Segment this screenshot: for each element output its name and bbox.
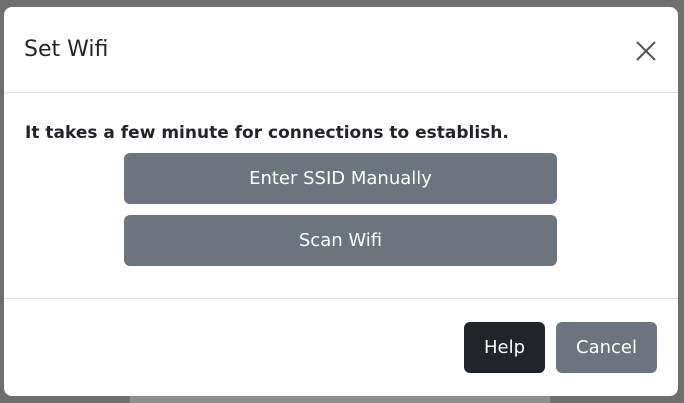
- close-icon: [636, 41, 656, 61]
- connection-notice: It takes a few minute for connections to…: [25, 123, 509, 143]
- help-button[interactable]: Help: [464, 322, 545, 373]
- backdrop: [130, 396, 550, 403]
- dialog-title: Set Wifi: [24, 37, 109, 62]
- enter-ssid-button[interactable]: Enter SSID Manually: [124, 153, 557, 204]
- cancel-button[interactable]: Cancel: [556, 322, 657, 373]
- dialog-body: It takes a few minute for connections to…: [4, 93, 678, 299]
- set-wifi-dialog: Set Wifi It takes a few minute for conne…: [4, 7, 678, 396]
- close-button[interactable]: [634, 39, 658, 63]
- scan-wifi-button[interactable]: Scan Wifi: [124, 215, 557, 266]
- dialog-footer: Help Cancel: [4, 299, 678, 396]
- dialog-header: Set Wifi: [4, 7, 678, 93]
